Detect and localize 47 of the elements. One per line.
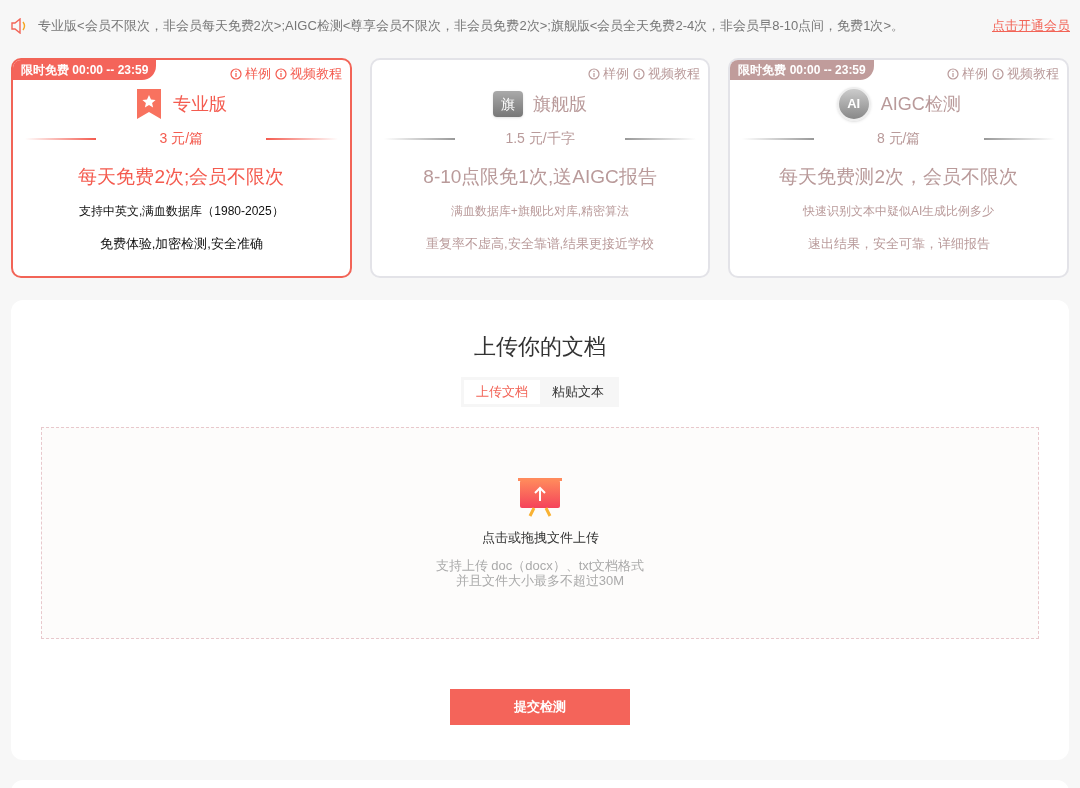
upload-tab[interactable]: 上传文档 [464, 380, 540, 404]
help-link[interactable]: 视频教程 [274, 64, 342, 84]
drop-zone[interactable]: 点击或拖拽文件上传 支持上传 doc（docx）、txt文档格式 并且文件大小最多不超过30M [41, 427, 1039, 639]
info-icon [588, 67, 601, 80]
plan-card[interactable]: 样例 视频教程 旗 旗舰版 1.5 元/千字 8-10点限免1次,送AIGC报告 满血数据库+旗舰比对库,精密算法 重复率不虚高,安全靠谱,结果更接近学校 [369, 58, 711, 278]
info-icon [633, 67, 646, 80]
plan-price: 3 元/篇 [158, 129, 205, 148]
plan-name: 专业版 [173, 92, 228, 116]
plan-headline: 8-10点限免1次,送AIGC报告 [423, 165, 657, 189]
plan-feature: 支持中英文,满血数据库（1980-2025） [78, 202, 284, 220]
speaker-icon [10, 18, 28, 34]
help-link[interactable]: 视频教程 [633, 64, 701, 84]
plan-feature: 满血数据库+旗舰比对库,精密算法 [450, 202, 630, 220]
format-hint: 支持上传 doc（docx）、txt文档格式 [435, 557, 645, 573]
membership-link[interactable]: 点击开通会员 [992, 16, 1070, 36]
upload-title: 上传你的文档 [474, 333, 606, 361]
plan-name: 旗舰版 [533, 92, 587, 116]
plan-card[interactable]: 限时免费 00:00 -- 23:59 样例 视频教程 专业版 3 元/篇 每天免费2次;会员不限次 支持中英文,满血数据库（1980-2025） 免费体验,加密检测,安全准确 [11, 58, 352, 278]
plan-name: AIGC检测 [880, 92, 961, 116]
plan-headline: 每天免费2次;会员不限次 [78, 165, 285, 189]
flag-icon: 旗 [493, 91, 523, 117]
help-link[interactable]: 视频教程 [992, 64, 1059, 84]
plan-note: 重复率不虚高,安全靠谱,结果更接近学校 [425, 234, 655, 253]
info-icon [992, 67, 1004, 80]
promo-badge: 限时免费 00:00 -- 23:59 [730, 60, 874, 80]
plan-price: 8 元/篇 [875, 129, 922, 148]
plan-card[interactable]: 限时免费 00:00 -- 23:59 样例 视频教程 AI AIGC检测 8 元/篇 每天免费测2次，会员不限次 快速识别文本中疑似AI生成比例多少 速出结果，安全可靠，详细报告 [728, 58, 1069, 278]
help-link[interactable]: 样例 [947, 64, 988, 84]
ribbon-star-icon [135, 87, 164, 121]
info-icon [229, 67, 242, 80]
info-icon [947, 67, 959, 80]
promo-badge: 限时免费 00:00 -- 23:59 [13, 60, 157, 80]
plan-feature: 快速识别文本中疑似AI生成比例多少 [803, 202, 995, 220]
drop-label: 点击或拖拽文件上传 [481, 529, 599, 547]
upload-board-icon [517, 478, 563, 518]
plan-price: 1.5 元/千字 [504, 129, 576, 148]
plan-headline: 每天免费测2次，会员不限次 [779, 165, 1018, 189]
ai-icon: AI [836, 87, 871, 121]
info-icon [274, 67, 287, 80]
plan-note: 免费体验,加密检测,安全准确 [99, 234, 263, 253]
format-hint: 并且文件大小最多不超过30M [455, 572, 625, 588]
help-link[interactable]: 样例 [229, 64, 271, 84]
notice-text: 专业版<会员不限次，非会员每天免费2次>;AIGC检测<尊享会员不限次，非会员免费2次>;旗舰版<会员全天免费2-4次，非会员早8-10点间，免费1次>。 [38, 17, 905, 36]
help-link[interactable]: 样例 [588, 64, 630, 84]
upload-tab[interactable]: 粘贴文本 [540, 380, 616, 404]
plan-note: 速出结果，安全可靠，详细报告 [807, 234, 990, 253]
submit-button[interactable]: 提交检测 [450, 689, 630, 725]
